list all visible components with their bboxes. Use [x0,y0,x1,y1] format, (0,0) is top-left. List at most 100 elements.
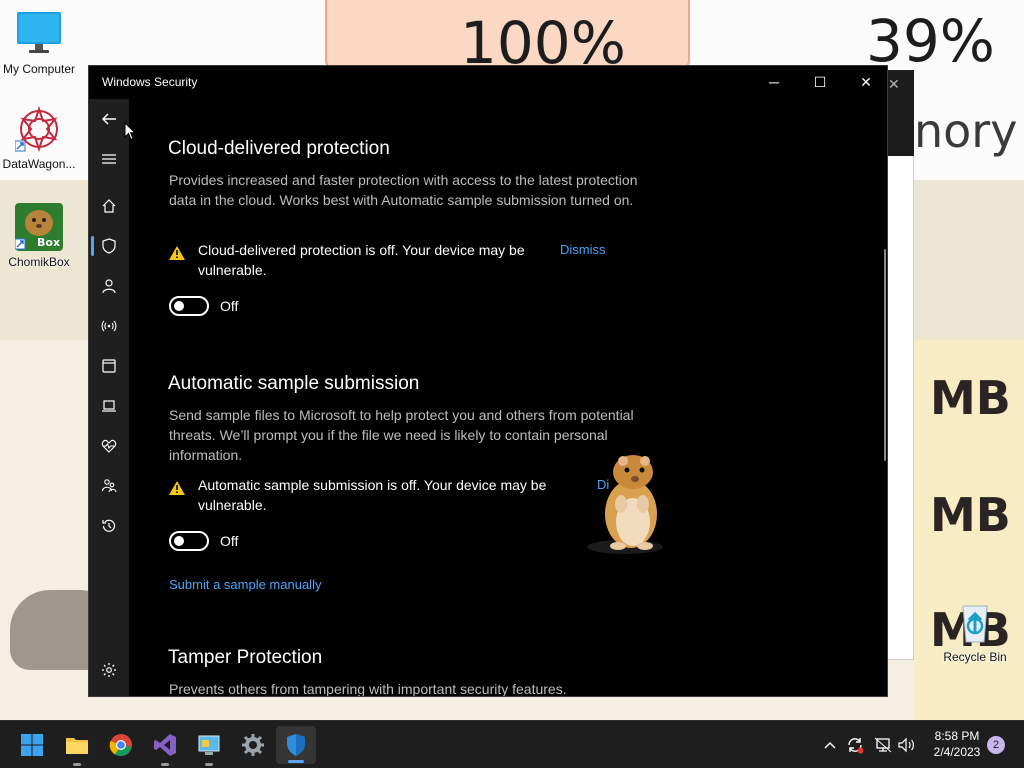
nav-item-family-options[interactable] [89,466,129,506]
maximize-button[interactable]: ☐ [797,66,843,99]
file-explorer-icon [66,738,88,754]
history-icon [102,519,116,532]
home-icon [102,199,116,213]
desktop-icon-datawagon[interactable]: DataWagon... [0,105,79,171]
chomikbox-icon: Box [14,203,63,251]
heart-pulse-icon [101,439,117,453]
taskbar-clock[interactable]: 8:58 PM 2/4/2023 [922,728,992,760]
warning-icon [169,481,185,495]
close-button[interactable]: ✕ [843,66,887,99]
running-indicator [73,763,81,766]
family-icon [101,479,117,493]
taskbar: 8:58 PM 2/4/2023 [0,720,1024,768]
control-panel-icon [198,735,220,755]
nav-item-device-performance[interactable] [89,426,129,466]
nav-item-settings[interactable] [89,650,129,690]
shield-icon [102,238,116,254]
sample-submission-toggle[interactable] [169,531,209,551]
background-percent-text: 39% [866,7,995,75]
nav-item-account-protection[interactable] [89,266,129,306]
back-button[interactable] [89,99,129,139]
toggle-state-label: Off [220,298,239,314]
submit-sample-link[interactable]: Submit a sample manually [169,577,321,592]
recycle-bin-icon [951,598,999,646]
section-description: Provides increased and faster protection… [169,172,638,208]
desktop-icon-label: Recycle Bin [943,650,1007,664]
toggle-state-label: Off [220,533,239,549]
nav-item-device-security[interactable] [89,386,129,426]
background-fragment-text: nory [914,104,1018,158]
background-mb-label: MB [930,488,1011,542]
hamster-pet-image[interactable] [585,452,670,557]
back-arrow-icon [102,113,116,125]
nav-item-firewall[interactable] [89,306,129,346]
nav-item-virus-protection[interactable] [89,226,129,266]
volume-icon [898,737,914,753]
cloud-protection-toggle[interactable] [169,296,209,316]
minimize-button[interactable]: ─ [751,66,797,99]
navigation-rail [89,99,129,696]
hamburger-menu-icon [102,154,116,164]
warning-text: Automatic sample submission is off. Your… [198,477,547,513]
taskbar-app-windows-security[interactable] [276,726,316,764]
running-indicator [205,763,213,766]
section-title: Automatic sample submission [168,373,420,394]
running-indicator [161,763,169,766]
start-button[interactable] [16,729,48,761]
dismiss-link[interactable]: Dismiss [560,240,606,260]
window-title: Windows Security [102,75,198,89]
desktop-icon-recycle-bin[interactable]: Recycle Bin [935,598,1015,664]
settings-content: Cloud-delivered protection Provides incr… [129,99,887,697]
monitor-icon [15,10,63,58]
settings-gear-icon [102,663,116,677]
background-percent-text: 100% [460,9,626,77]
chevron-up-icon [824,742,836,749]
notification-count-badge[interactable]: 2 [987,736,1005,754]
tray-network[interactable] [872,721,894,768]
desktop-icon-label: DataWagon... [2,157,76,171]
person-icon [102,279,116,294]
wireless-icon [101,320,117,332]
warning-text: Cloud-delivered protection is off. Your … [198,242,525,278]
taskbar-app-control-panel[interactable] [193,729,225,766]
sync-alert-icon [848,738,864,754]
show-hidden-icons-button[interactable] [820,721,840,768]
chrome-icon [109,734,132,757]
clock-time: 8:58 PM [934,729,980,743]
chomikbox-badge-text: Box [37,236,60,249]
taskbar-app-visual-studio[interactable] [149,729,181,766]
content-scrollbar[interactable] [884,249,886,461]
background-window-close-icon[interactable]: ✕ [888,76,900,93]
tray-volume[interactable] [896,721,918,768]
nav-selection-indicator [91,236,94,256]
taskbar-app-file-explorer[interactable] [61,729,93,766]
network-icon [874,737,892,753]
section-title: Tamper Protection [168,647,323,668]
toggle-knob [174,536,184,546]
mandala-icon [14,105,63,153]
background-mb-label: MB [930,371,1011,425]
desktop-icon-my-computer[interactable]: My Computer [0,10,79,76]
desktop-icon-chomikbox[interactable]: Box ChomikBox [0,203,79,269]
window-titlebar[interactable]: Windows Security ─ ☐ ✕ [89,66,887,99]
section-title: Cloud-delivered protection [168,138,390,159]
taskbar-app-chrome[interactable] [105,729,137,761]
running-indicator [288,760,304,763]
visual-studio-icon [154,734,176,756]
nav-item-protection-history[interactable] [89,506,129,546]
toggle-knob [174,301,184,311]
windows-start-icon [21,734,43,756]
taskbar-app-settings[interactable] [237,729,269,761]
section-description: Prevents others from tampering with impo… [169,681,567,697]
section-description: Send sample files to Microsoft to help p… [169,407,634,463]
app-browser-icon [102,359,116,373]
windows-security-window: Windows Security ─ ☐ ✕ Cloud-delivered p… [88,65,888,697]
background-window [884,70,914,660]
windows-security-icon [287,734,305,756]
desktop-icon-label: My Computer [2,62,76,76]
menu-button[interactable] [89,139,129,179]
tray-sync-status[interactable] [844,721,866,768]
laptop-icon [102,400,116,412]
nav-item-app-browser-control[interactable] [89,346,129,386]
nav-item-home[interactable] [89,186,129,226]
